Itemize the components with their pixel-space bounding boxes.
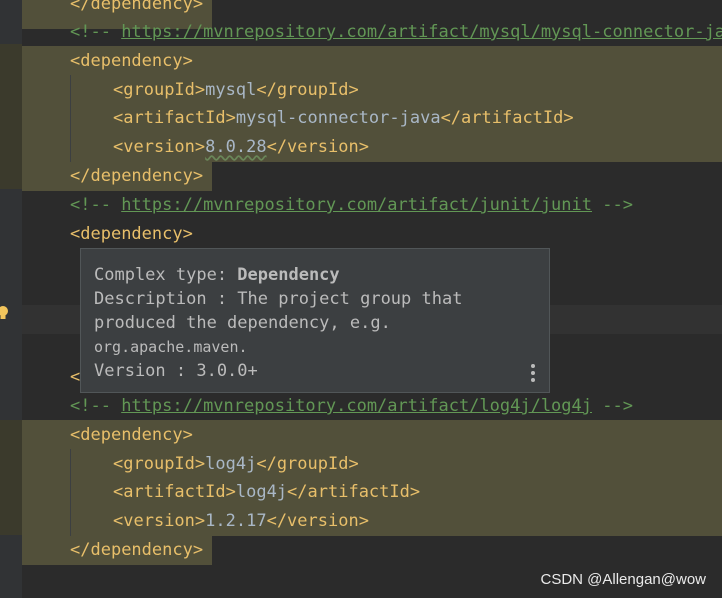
- code-line[interactable]: <dependency>: [0, 47, 722, 76]
- lightbulb-icon[interactable]: [0, 305, 9, 321]
- maven-link[interactable]: https://mvnrepository.com/artifact/mysql…: [121, 22, 722, 42]
- code-line[interactable]: <!-- https://mvnrepository.com/artifact/…: [0, 18, 722, 47]
- code-line[interactable]: <groupId>log4j</groupId>: [0, 450, 722, 479]
- code-line[interactable]: <version>8.0.28</version>: [0, 133, 722, 162]
- code-line[interactable]: <version>1.2.17</version>: [0, 507, 722, 536]
- code-line[interactable]: <!-- https://mvnrepository.com/artifact/…: [0, 191, 722, 220]
- popup-description: Description : The project group that: [94, 289, 463, 309]
- code-line[interactable]: </dependency>: [0, 536, 722, 565]
- code-line[interactable]: <groupId>mysql</groupId>: [0, 76, 722, 105]
- code-line[interactable]: <dependency>: [0, 421, 722, 450]
- popup-type-row: Complex type: Dependency: [94, 265, 340, 285]
- watermark: CSDN @Allengan@wow: [540, 571, 706, 588]
- code-line[interactable]: <artifactId>mysql-connector-java</artifa…: [0, 104, 722, 133]
- code-line[interactable]: </dependency>: [0, 0, 722, 19]
- maven-link[interactable]: https://mvnrepository.com/artifact/junit…: [121, 195, 592, 215]
- documentation-popup: Complex type: Dependency Description : T…: [80, 248, 550, 393]
- popup-description: org.apache.maven.: [94, 338, 248, 356]
- code-line[interactable]: <dependency>: [0, 220, 722, 249]
- maven-link[interactable]: https://mvnrepository.com/artifact/log4j…: [121, 396, 592, 416]
- code-line[interactable]: </dependency>: [0, 162, 722, 191]
- popup-version: Version : 3.0.0+: [94, 361, 258, 381]
- popup-description: produced the dependency, e.g.: [94, 313, 391, 333]
- code-line[interactable]: <!-- https://mvnrepository.com/artifact/…: [0, 392, 722, 421]
- more-vertical-icon[interactable]: [531, 364, 535, 382]
- code-line[interactable]: <artifactId>log4j</artifactId>: [0, 478, 722, 507]
